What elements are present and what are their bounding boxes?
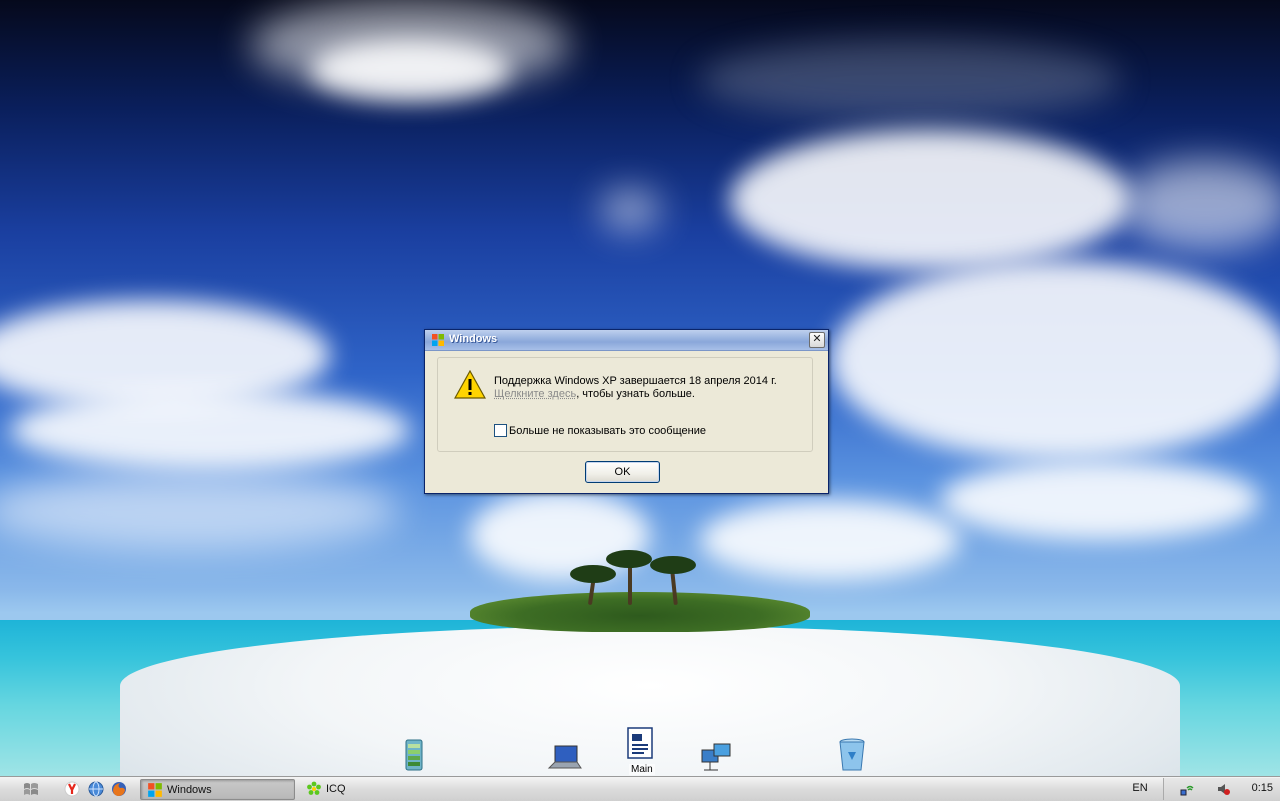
speaker-icon[interactable] [1216, 782, 1230, 796]
taskbar-button-label: Windows [167, 784, 212, 796]
dont-show-again-label[interactable]: Больше не показывать это сообщение [509, 425, 706, 437]
language-indicator[interactable]: EN [1126, 779, 1154, 798]
learn-more-suffix: , чтобы узнать больше. [576, 388, 695, 400]
taskbar-button-windows[interactable]: Windows [140, 779, 295, 800]
dialog-title: Windows [449, 333, 497, 345]
laptop-icon[interactable] [545, 740, 585, 776]
dont-show-again-checkbox[interactable] [494, 424, 507, 437]
firefox-icon[interactable] [111, 781, 127, 797]
network-icon [696, 740, 736, 776]
cloud [700, 40, 1120, 120]
cloud [730, 130, 1130, 270]
cloud [10, 390, 410, 470]
support-message: Поддержка Windows XP завершается 18 апре… [494, 375, 777, 387]
cloud [600, 190, 660, 230]
document-icon[interactable] [622, 726, 662, 766]
dialog-message-group: Поддержка Windows XP завершается 18 апре… [437, 357, 813, 452]
winrar-icon [396, 736, 436, 776]
close-button[interactable]: ✕ [809, 332, 825, 348]
palm-leaf [650, 556, 696, 574]
network-icon[interactable] [696, 740, 736, 776]
cloud [700, 500, 960, 580]
close-icon: ✕ [812, 333, 821, 345]
palm-leaf [570, 565, 616, 583]
clock[interactable]: 0:15 [1252, 782, 1273, 794]
support-message-line2: Щелкните здесь, чтобы узнать больше. [494, 388, 695, 400]
taskbar: Windows ICQ EN 0:15 [0, 776, 1280, 801]
wifi-icon[interactable] [1180, 782, 1194, 796]
start-button[interactable] [22, 781, 40, 797]
cloud [310, 40, 510, 100]
yandex-browser-icon[interactable] [64, 781, 80, 797]
document-icon [622, 726, 658, 762]
palm-leaf [606, 550, 652, 568]
taskbar-button-icq[interactable]: ICQ [300, 779, 450, 798]
dialog-titlebar[interactable]: Windows ✕ [425, 330, 828, 351]
cloud [1120, 160, 1280, 250]
learn-more-link[interactable]: Щелкните здесь [494, 388, 576, 400]
ok-button[interactable]: OK [585, 461, 660, 483]
cloud [940, 460, 1260, 540]
icq-flower-icon [306, 781, 322, 797]
windows-flag-icon [431, 333, 445, 347]
island-vegetation [470, 592, 810, 632]
windows-flag-icon [147, 782, 163, 798]
winrar-icon[interactable] [396, 736, 436, 776]
palm-trunk [628, 565, 632, 605]
taskbar-button-label: ICQ [326, 783, 346, 795]
system-tray: 0:15 [1163, 778, 1280, 800]
warning-icon [454, 370, 486, 400]
dont-show-again-checkbox-row[interactable]: Больше не показывать это сообщение [494, 424, 706, 437]
globe-icon[interactable] [88, 781, 104, 797]
recycle-bin-icon [832, 736, 872, 774]
document-icon-label: Main [629, 764, 655, 775]
recycle-bin-icon[interactable] [832, 736, 872, 776]
windows-xp-support-dialog: Windows ✕ Поддержка Windows XP завершает… [424, 329, 829, 494]
cloud [830, 260, 1280, 460]
cloud [0, 470, 400, 550]
laptop-icon [545, 740, 585, 776]
